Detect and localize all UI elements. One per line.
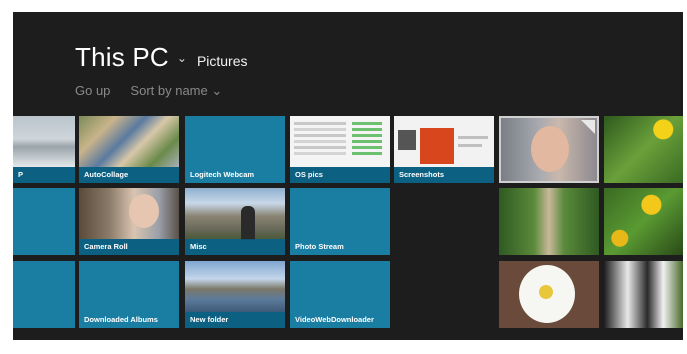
chevron-down-icon[interactable]: ⌄ (177, 51, 187, 65)
folder-thumbnail (185, 261, 285, 312)
folder-tile-misc[interactable]: Misc (185, 188, 285, 255)
folder-tile-autocollage[interactable]: AutoCollage (79, 116, 179, 183)
tile-label: Logitech Webcam (190, 170, 255, 179)
tile-label: Misc (185, 239, 285, 255)
photo-thumbnail-flower[interactable] (499, 261, 599, 328)
tile-label: Camera Roll (79, 239, 179, 255)
photo-thumbnail-yellow-flower-1[interactable] (604, 116, 683, 183)
selection-check-icon (581, 120, 595, 134)
folder-tile-videowebdownloader[interactable]: VideoWebDownloader (290, 261, 390, 328)
sort-by-button[interactable]: Sort by name ⌄ (130, 83, 222, 99)
tile-label: Downloaded Albums (84, 315, 158, 324)
folder-thumbnail (185, 188, 285, 240)
folder-tile-new-folder[interactable]: New folder (185, 261, 285, 328)
location-label: Pictures (196, 53, 248, 69)
photo-thumbnail-cat[interactable] (604, 261, 683, 328)
folder-thumbnail (290, 116, 390, 167)
photo-thumbnail-yellow-flower-2[interactable] (604, 188, 683, 255)
folder-thumbnail (79, 116, 179, 167)
folder-tile-photo-stream[interactable]: Photo Stream (290, 188, 390, 255)
go-up-button[interactable]: Go up (75, 83, 110, 99)
tile-label: OS pics (290, 167, 390, 183)
tile-label: New folder (185, 312, 285, 328)
header: This PC ⌄ Pictures (75, 42, 248, 73)
tile-label: P (13, 167, 75, 183)
command-bar: Go up Sort by name ⌄ (75, 83, 222, 99)
folder-tile-camera-roll[interactable]: Camera Roll (79, 188, 179, 255)
folder-tile-logitech-webcam[interactable]: Logitech Webcam (185, 116, 285, 183)
folder-tile-partial[interactable]: P (13, 116, 75, 183)
tile-label: Screenshots (394, 167, 494, 183)
start-screen-app: This PC ⌄ Pictures Go up Sort by name ⌄ … (13, 12, 683, 340)
tile-label: Photo Stream (295, 242, 344, 251)
tile-label: VideoWebDownloader (295, 315, 374, 324)
folder-thumbnail (13, 116, 75, 167)
folder-tile-partial-3[interactable] (13, 261, 75, 328)
folder-thumbnail (394, 116, 494, 167)
folder-thumbnail (79, 188, 179, 239)
page-title: This PC (75, 42, 169, 72)
photo-thumbnail-selfie[interactable] (499, 116, 599, 183)
folder-tile-downloaded-albums[interactable]: Downloaded Albums (79, 261, 179, 328)
folder-tile-partial-2[interactable] (13, 188, 75, 255)
folder-tile-screenshots[interactable]: Screenshots (394, 116, 494, 183)
photo-thumbnail-path[interactable] (499, 188, 599, 255)
tile-label: AutoCollage (79, 167, 179, 183)
folder-tile-os-pics[interactable]: OS pics (290, 116, 390, 183)
